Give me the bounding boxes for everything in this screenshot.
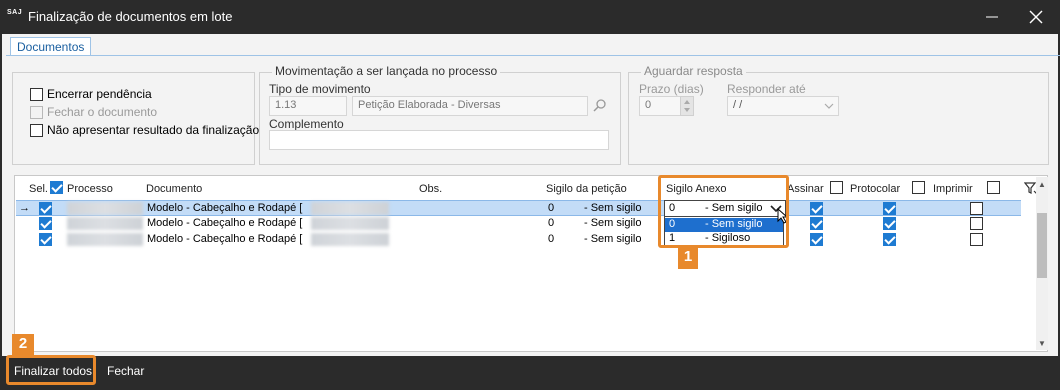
- row-sigilo-code: 0: [548, 217, 555, 229]
- prazo-label: Prazo (dias): [639, 82, 704, 96]
- row-select-checkbox[interactable]: [39, 217, 52, 230]
- search-icon[interactable]: [593, 98, 607, 115]
- select-all-checkbox[interactable]: [50, 181, 63, 194]
- prazo-value: 0: [645, 99, 652, 111]
- row-assinar-checkbox[interactable]: [810, 217, 823, 230]
- col-assinar: Assinar: [787, 183, 824, 195]
- tab-documentos[interactable]: Documentos: [10, 37, 92, 56]
- prazo-spinner: [680, 96, 694, 116]
- options-group: Encerrar pendência Fechar o documento Nã…: [12, 72, 259, 165]
- row-imprimir-checkbox[interactable]: [970, 233, 983, 246]
- nao-apresentar-checkbox[interactable]: [30, 123, 43, 137]
- fechar-documento-row: Fechar o documento: [30, 105, 157, 119]
- col-processo: Processo: [67, 183, 113, 195]
- documents-grid: Sel. Processo Documento Obs. Sigilo da p…: [14, 175, 1048, 352]
- table-row[interactable]: Modelo - Cabeçalho e Rodapé [ 0 - Sem si…: [16, 216, 1021, 232]
- fechar-documento-label: Fechar o documento: [47, 105, 158, 119]
- row-pointer-icon: →: [19, 202, 30, 214]
- protocolar-all-checkbox[interactable]: [912, 181, 925, 194]
- aguardar-resposta-legend: Aguardar resposta: [641, 64, 746, 78]
- imprimir-all-checkbox[interactable]: [987, 181, 1000, 194]
- row-assinar-checkbox[interactable]: [810, 233, 823, 246]
- fechar-documento-checkbox: [30, 105, 43, 119]
- nao-apresentar-row[interactable]: Não apresentar resultado da finalização: [30, 123, 259, 137]
- close-icon: [1029, 10, 1043, 24]
- title-bar: SAJ Finalização de documentos em lote: [0, 0, 1060, 34]
- table-row[interactable]: → Modelo - Cabeçalho e Rodapé [ 0 - Sem …: [16, 200, 1021, 216]
- row-sigilo-text: - Sem sigilo: [584, 217, 642, 229]
- tipo-movimento-label: Tipo de movimento: [269, 82, 371, 96]
- encerrar-pendencia-row[interactable]: Encerrar pendência: [30, 87, 152, 101]
- prazo-input: 0: [639, 96, 685, 116]
- row-sigilo-code: 0: [548, 202, 555, 214]
- encerrar-pendencia-label: Encerrar pendência: [47, 87, 152, 101]
- row-imprimir-checkbox[interactable]: [970, 202, 983, 215]
- responder-ate-value: / /: [733, 99, 743, 111]
- documento-id-redacted: [311, 202, 389, 215]
- row-select-checkbox[interactable]: [39, 233, 52, 246]
- callout-box-1: [658, 175, 789, 248]
- grid-vertical-scrollbar[interactable]: ▲ ▼: [1036, 177, 1048, 350]
- complemento-input[interactable]: [269, 130, 609, 150]
- col-sigilo-peticao: Sigilo da petição: [546, 183, 627, 195]
- row-documento: Modelo - Cabeçalho e Rodapé [: [147, 202, 303, 214]
- processo-redacted: [67, 217, 143, 230]
- scrollbar-thumb[interactable]: [1037, 213, 1047, 278]
- fechar-button[interactable]: Fechar: [107, 364, 144, 378]
- row-protocolar-checkbox[interactable]: [883, 202, 896, 215]
- tipo-movimento-desc-field: Petição Elaborada - Diversas: [352, 96, 588, 116]
- row-protocolar-checkbox[interactable]: [883, 217, 896, 230]
- tipo-movimento-code-field[interactable]: 1.13: [269, 96, 347, 116]
- col-documento: Documento: [146, 183, 203, 195]
- scroll-up-icon[interactable]: ▲: [1036, 178, 1048, 190]
- bottom-toolbar: Finalizar todos Fechar: [0, 356, 1060, 390]
- movimentacao-legend: Movimentação a ser lançada no processo: [272, 64, 501, 78]
- window-title: Finalização de documentos em lote: [28, 9, 233, 24]
- documento-id-redacted: [311, 217, 389, 230]
- minimize-button[interactable]: [972, 0, 1012, 34]
- responder-ate-label: Responder até: [727, 82, 806, 96]
- processo-redacted: [67, 202, 143, 215]
- col-protocolar: Protocolar: [850, 183, 901, 195]
- processo-redacted: [67, 233, 143, 246]
- row-sigilo-code: 0: [548, 233, 555, 245]
- row-sigilo-text: - Sem sigilo: [584, 233, 642, 245]
- row-protocolar-checkbox[interactable]: [883, 233, 896, 246]
- callout-badge-1: 1: [678, 247, 698, 269]
- minimize-icon: [986, 16, 998, 18]
- spinner-arrows-icon: [684, 100, 690, 112]
- nao-apresentar-label: Não apresentar resultado da finalização: [47, 123, 260, 137]
- table-row[interactable]: Modelo - Cabeçalho e Rodapé [ 0 - Sem si…: [16, 232, 1021, 248]
- callout-badge-2: 2: [12, 334, 34, 356]
- assinar-all-checkbox[interactable]: [830, 181, 843, 194]
- col-obs: Obs.: [419, 183, 443, 195]
- app-logo: SAJ: [7, 9, 23, 16]
- row-select-checkbox[interactable]: [39, 202, 52, 215]
- window-client-area: Documentos Encerrar pendência Fechar o d…: [2, 34, 1060, 356]
- encerrar-pendencia-checkbox[interactable]: [30, 87, 43, 101]
- row-imprimir-checkbox[interactable]: [970, 217, 983, 230]
- callout-box-2: [6, 355, 96, 385]
- col-sel: Sel.: [29, 183, 48, 195]
- row-documento: Modelo - Cabeçalho e Rodapé [: [147, 233, 303, 245]
- scroll-down-icon[interactable]: ▼: [1036, 337, 1048, 349]
- row-documento: Modelo - Cabeçalho e Rodapé [: [147, 217, 303, 229]
- complemento-label: Complemento: [269, 117, 344, 131]
- row-sigilo-text: - Sem sigilo: [584, 202, 642, 214]
- documento-id-redacted: [311, 233, 389, 246]
- col-imprimir: Imprimir: [933, 183, 973, 195]
- responder-ate-field: / /: [727, 96, 839, 116]
- chevron-down-icon: [824, 103, 834, 109]
- row-assinar-checkbox[interactable]: [810, 202, 823, 215]
- tab-divider: [6, 55, 1060, 56]
- close-window-button[interactable]: [1016, 0, 1056, 34]
